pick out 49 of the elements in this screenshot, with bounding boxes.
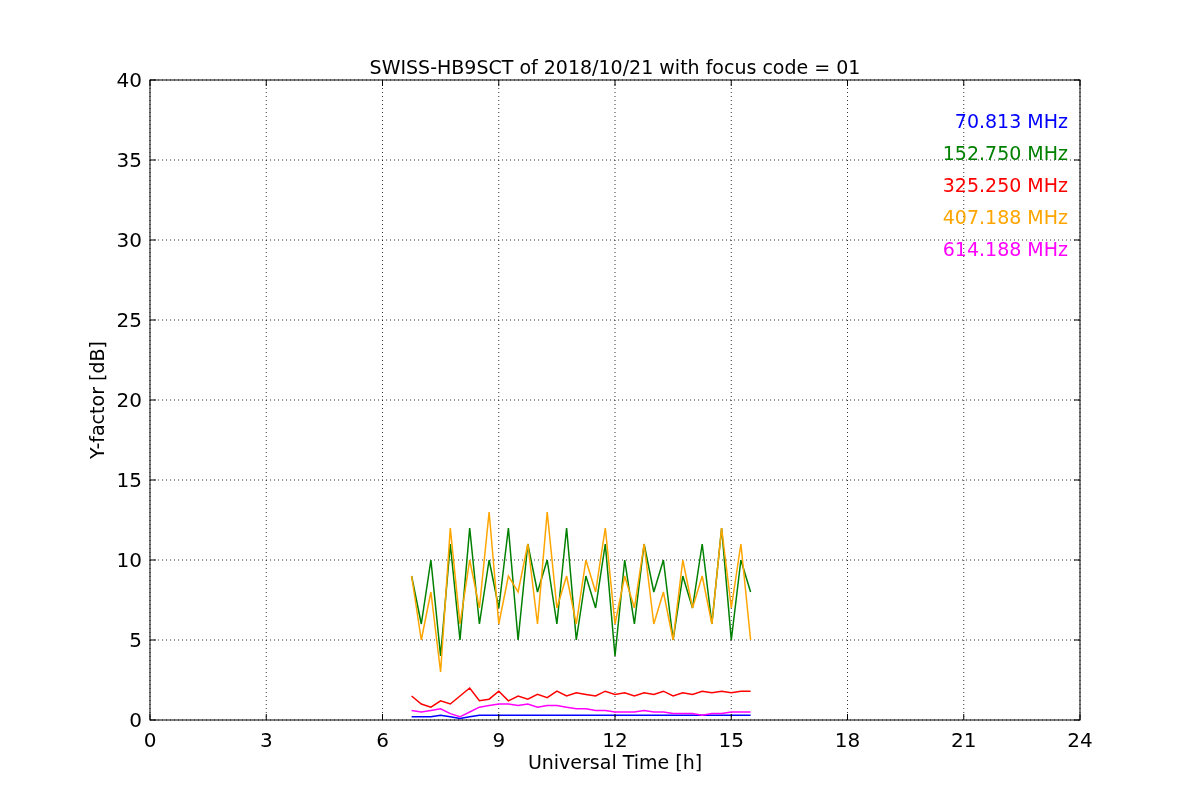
tick-mark: [265, 79, 267, 87]
tick-label: 35: [116, 148, 142, 172]
tick-mark: [614, 713, 616, 721]
tick-label: 18: [834, 728, 861, 752]
tick-mark: [149, 639, 157, 641]
tick-mark: [1073, 239, 1081, 241]
tick-mark: [730, 79, 732, 87]
tick-label: 15: [116, 468, 142, 492]
tick-label: 24: [1067, 728, 1093, 752]
tick-mark: [1073, 639, 1081, 641]
tick-mark: [1073, 159, 1081, 161]
tick-label: 0: [129, 708, 142, 732]
tick-mark: [149, 399, 157, 401]
tick-mark: [614, 79, 616, 87]
tick-mark: [149, 319, 157, 321]
tick-label: 20: [116, 388, 142, 412]
tick-mark: [963, 79, 965, 87]
tick-mark: [1073, 479, 1081, 481]
tick-mark: [149, 159, 157, 161]
tick-label: 10: [116, 548, 142, 572]
legend-label: 70.813 MHz: [954, 110, 1068, 132]
legend-label: 152.750 MHz: [942, 142, 1068, 164]
tick-label: 30: [116, 228, 142, 252]
legend-label: 614.188 MHz: [942, 238, 1068, 260]
tick-label: 40: [116, 68, 142, 92]
tick-label: 21: [951, 728, 977, 752]
tick-mark: [149, 479, 157, 481]
chart-title: SWISS-HB9SCT of 2018/10/21 with focus code = 01: [369, 56, 861, 78]
tick-mark: [1073, 399, 1081, 401]
tick-mark: [498, 79, 500, 87]
tick-label: 25: [116, 308, 142, 332]
tick-mark: [382, 79, 383, 87]
tick-mark: [149, 239, 157, 241]
tick-mark: [1073, 559, 1081, 561]
axis-label: Universal Time [h]: [527, 751, 703, 773]
tick-label: 12: [602, 728, 628, 752]
legend-label: 407.188 MHz: [942, 206, 1068, 228]
tick-mark: [730, 713, 732, 721]
tick-mark: [1073, 319, 1081, 321]
legend-label: 325.250 MHz: [942, 174, 1068, 196]
tick-label: 15: [718, 728, 744, 752]
tick-mark: [847, 79, 848, 87]
tick-label: 5: [129, 628, 142, 652]
tick-label: 6: [376, 728, 389, 752]
tick-mark: [149, 559, 157, 561]
tick-label: 3: [259, 728, 273, 752]
axis-label: Y-factor [dB]: [86, 341, 108, 459]
tick-label: 0: [143, 728, 157, 752]
tick-label: 9: [492, 728, 506, 752]
